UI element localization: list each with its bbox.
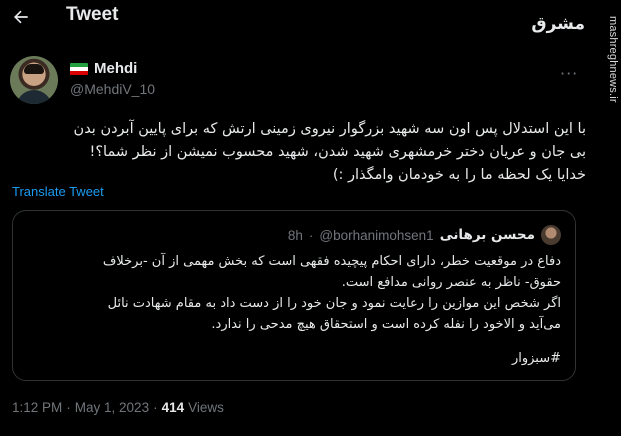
tweet-text: با این استدلال پس اون سه شهید بزرگوار نی… bbox=[12, 118, 586, 187]
quoted-author-name: محسن برهانی bbox=[439, 227, 535, 243]
translate-tweet-link[interactable]: Translate Tweet bbox=[12, 184, 104, 199]
hashtag-link[interactable]: #سبزوار bbox=[512, 351, 561, 366]
quoted-line: دفاع در موقعیت خطر، دارای احکام پیچیده ف… bbox=[102, 254, 561, 269]
author-handle[interactable]: @MehdiV_10 bbox=[70, 81, 155, 97]
quoted-line: می‌آید و الا‌خود را نفله کرده است و استح… bbox=[211, 317, 561, 332]
tweet-line: بی جان و عریان دختر خرمشهری شهید شدن، شه… bbox=[89, 144, 586, 160]
views-label: Views bbox=[188, 400, 224, 415]
page-title: Tweet bbox=[66, 4, 119, 25]
views-count: 414 bbox=[161, 400, 185, 415]
quoted-tweet-card[interactable]: 8h · @borhanimohsen1 محسن برهانی دفاع در… bbox=[12, 210, 576, 381]
author-display-name[interactable]: Mehdi bbox=[94, 60, 137, 77]
arrow-left-icon bbox=[14, 10, 28, 24]
author-name-row[interactable]: Mehdi bbox=[70, 60, 137, 77]
tweet-date[interactable]: May 1, 2023 bbox=[75, 400, 149, 415]
watermark-site: mashreghnews.ir bbox=[607, 16, 619, 103]
quoted-separator: · bbox=[308, 227, 314, 243]
quoted-time: 8h bbox=[287, 227, 303, 243]
tweet-meta: 1:12 PM · May 1, 2023 · 414 Views bbox=[12, 400, 224, 415]
quoted-text: دفاع در موقعیت خطر، دارای احکام پیچیده ف… bbox=[25, 251, 561, 335]
quoted-line: اگر شخص این موازین را رعایت نمود و جان خ… bbox=[107, 296, 561, 311]
quoted-author-avatar bbox=[541, 225, 561, 245]
meta-separator: · bbox=[153, 400, 158, 415]
tweet-line: با این استدلال پس اون سه شهید بزرگوار نی… bbox=[73, 121, 586, 137]
more-options-icon[interactable]: ··· bbox=[560, 64, 578, 83]
top-bar: Tweet bbox=[0, 0, 621, 36]
iran-flag-icon bbox=[70, 62, 88, 75]
back-button[interactable] bbox=[10, 6, 32, 28]
quoted-line: حقوق- ناظر به عنصر روانی مدافع است. bbox=[341, 275, 561, 290]
quoted-header: 8h · @borhanimohsen1 محسن برهانی bbox=[288, 225, 561, 245]
quoted-handle: @borhanimohsen1 bbox=[319, 227, 434, 243]
watermark-logo: مشرق bbox=[531, 14, 586, 34]
meta-separator: · bbox=[66, 400, 71, 415]
author-avatar[interactable] bbox=[10, 56, 58, 104]
tweet-time[interactable]: 1:12 PM bbox=[12, 400, 62, 415]
